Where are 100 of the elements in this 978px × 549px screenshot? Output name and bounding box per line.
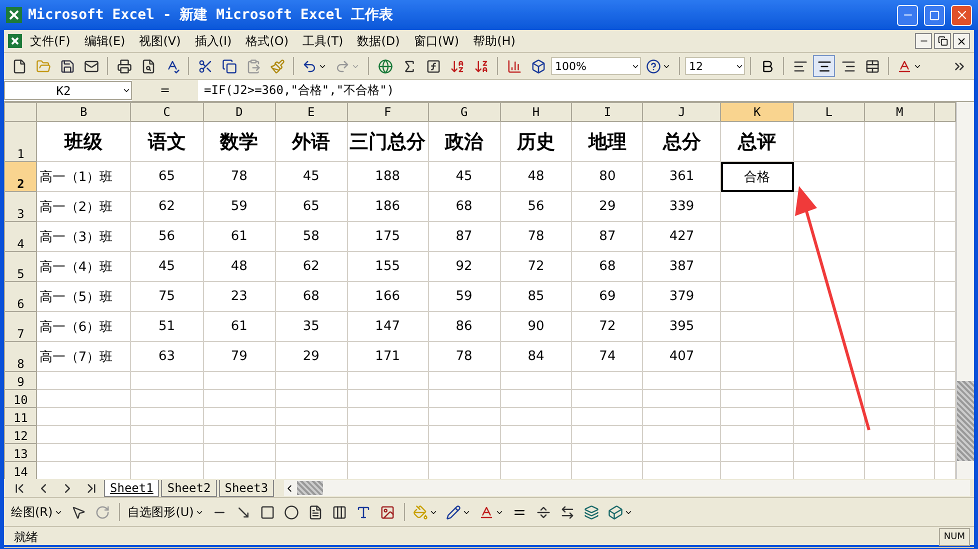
table-cell[interactable]: 61 xyxy=(203,312,276,342)
table-cell[interactable] xyxy=(36,390,130,408)
zoom-combo[interactable]: 100% xyxy=(551,57,641,75)
table-cell[interactable]: 361 xyxy=(642,162,721,192)
column-header[interactable]: D xyxy=(203,102,276,122)
table-cell[interactable] xyxy=(203,444,276,462)
table-cell[interactable]: 87 xyxy=(428,222,500,252)
column-header[interactable]: J xyxy=(642,102,721,122)
font-size-combo[interactable]: 12 xyxy=(685,57,745,75)
table-cell[interactable] xyxy=(794,390,864,408)
row-header[interactable]: 1 xyxy=(4,122,37,162)
table-cell[interactable]: 387 xyxy=(642,252,721,282)
row-header[interactable]: 10 xyxy=(4,390,37,408)
table-cell[interactable] xyxy=(130,390,204,408)
table-cell[interactable]: 政治 xyxy=(428,122,500,162)
sheet-tab[interactable]: Sheet2 xyxy=(161,480,217,496)
table-cell[interactable]: 78 xyxy=(500,222,572,252)
table-cell[interactable]: 171 xyxy=(347,342,428,372)
vertical-scrollbar[interactable] xyxy=(956,102,974,479)
table-cell[interactable]: 87 xyxy=(572,222,643,252)
table-cell[interactable]: 69 xyxy=(572,282,643,312)
table-cell[interactable]: 58 xyxy=(275,222,348,252)
table-cell[interactable]: 63 xyxy=(130,342,204,372)
menu-item[interactable]: 工具(T) xyxy=(296,32,350,50)
table-cell[interactable] xyxy=(572,408,643,426)
row-header[interactable]: 8 xyxy=(4,342,37,372)
column-header[interactable] xyxy=(934,102,956,122)
table-cell[interactable] xyxy=(500,390,572,408)
table-cell[interactable] xyxy=(642,426,721,444)
table-cell[interactable]: 407 xyxy=(642,342,721,372)
table-cell[interactable] xyxy=(428,408,500,426)
table-cell[interactable] xyxy=(794,444,864,462)
table-cell[interactable] xyxy=(36,426,130,444)
sheet-tab[interactable]: Sheet3 xyxy=(218,480,274,496)
table-cell[interactable] xyxy=(794,426,864,444)
table-cell[interactable]: 65 xyxy=(275,192,348,222)
maximize-button[interactable] xyxy=(924,4,945,26)
column-header[interactable]: E xyxy=(275,102,348,122)
table-cell[interactable] xyxy=(428,444,500,462)
table-cell[interactable] xyxy=(720,444,794,462)
menu-item[interactable]: 编辑(E) xyxy=(78,32,132,50)
close-icon[interactable] xyxy=(956,36,967,46)
table-cell[interactable]: 29 xyxy=(275,342,348,372)
row-header[interactable]: 4 xyxy=(4,222,37,252)
table-cell[interactable]: 379 xyxy=(642,282,721,312)
table-cell[interactable]: 188 xyxy=(347,162,428,192)
table-cell[interactable]: 高一（4）班 xyxy=(36,252,130,282)
row-header[interactable]: 11 xyxy=(4,408,37,426)
table-cell[interactable]: 45 xyxy=(428,162,500,192)
table-cell[interactable] xyxy=(428,372,500,390)
active-cell[interactable]: 合格 xyxy=(720,162,794,192)
table-cell[interactable] xyxy=(36,408,130,426)
table-cell[interactable] xyxy=(275,390,348,408)
table-cell[interactable]: 72 xyxy=(572,312,643,342)
table-cell[interactable] xyxy=(864,426,935,444)
table-cell[interactable]: 地理 xyxy=(572,122,643,162)
table-cell[interactable]: 68 xyxy=(275,282,348,312)
row-header[interactable]: 12 xyxy=(4,426,37,444)
row-header[interactable]: 7 xyxy=(4,312,37,342)
table-cell[interactable]: 高一（2）班 xyxy=(36,192,130,222)
row-header[interactable]: 6 xyxy=(4,282,37,312)
autoshapes-button[interactable]: 自选图形(U) xyxy=(124,501,207,523)
row-header[interactable]: 2 xyxy=(4,162,37,192)
table-cell[interactable]: 78 xyxy=(203,162,276,192)
column-header[interactable]: L xyxy=(794,102,864,122)
table-cell[interactable]: 历史 xyxy=(500,122,572,162)
table-cell[interactable]: 总评 xyxy=(720,122,794,162)
column-header[interactable]: K xyxy=(720,102,794,122)
table-cell[interactable]: 339 xyxy=(642,192,721,222)
column-header[interactable]: I xyxy=(572,102,643,122)
table-cell[interactable]: 85 xyxy=(500,282,572,312)
table-cell[interactable] xyxy=(347,390,428,408)
table-cell[interactable]: 总分 xyxy=(642,122,721,162)
table-cell[interactable] xyxy=(794,122,864,162)
select-all-corner[interactable] xyxy=(4,102,37,122)
horizontal-scrollbar[interactable] xyxy=(284,480,970,496)
table-cell[interactable]: 29 xyxy=(572,192,643,222)
table-cell[interactable]: 75 xyxy=(130,282,204,312)
table-cell[interactable]: 高一（5）班 xyxy=(36,282,130,312)
minimize-button[interactable] xyxy=(915,33,932,49)
table-cell[interactable]: 427 xyxy=(642,222,721,252)
table-cell[interactable] xyxy=(864,444,935,462)
table-cell[interactable] xyxy=(275,426,348,444)
table-cell[interactable] xyxy=(720,408,794,426)
table-cell[interactable]: 62 xyxy=(275,252,348,282)
maximize-icon[interactable] xyxy=(929,10,940,20)
table-cell[interactable]: 147 xyxy=(347,312,428,342)
row-header[interactable]: 13 xyxy=(4,444,37,462)
dropdown-caret-icon[interactable] xyxy=(122,86,131,95)
table-cell[interactable] xyxy=(642,444,721,462)
table-cell[interactable] xyxy=(275,372,348,390)
table-cell[interactable]: 51 xyxy=(130,312,204,342)
menu-item[interactable]: 插入(I) xyxy=(188,32,238,50)
table-cell[interactable] xyxy=(36,372,130,390)
table-cell[interactable]: 72 xyxy=(500,252,572,282)
table-cell[interactable] xyxy=(130,372,204,390)
column-header[interactable]: G xyxy=(428,102,500,122)
table-cell[interactable]: 395 xyxy=(642,312,721,342)
table-cell[interactable]: 68 xyxy=(428,192,500,222)
table-cell[interactable]: 78 xyxy=(428,342,500,372)
